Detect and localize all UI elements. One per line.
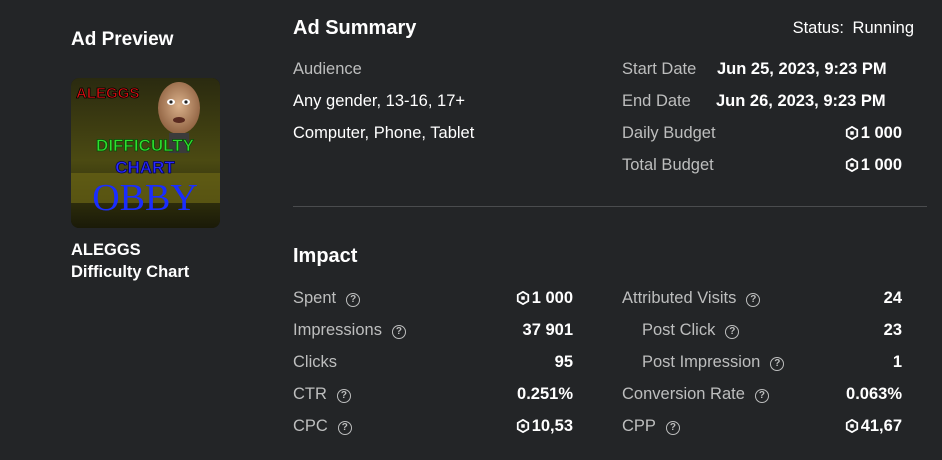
robux-icon (516, 291, 529, 305)
robux-icon (845, 419, 858, 433)
impact-left-value-0: 1 000 (516, 289, 573, 308)
impact-left-label-3: CTR? (293, 385, 351, 404)
impact-value-text: 1 000 (531, 289, 573, 307)
help-circle-icon[interactable]: ? (754, 389, 769, 403)
help-circle-icon[interactable]: ? (337, 421, 352, 435)
impact-right-value-4: 41,67 (845, 417, 902, 436)
impact-left-value-1: 37 901 (523, 321, 573, 340)
devices-value: Computer, Phone, Tablet (293, 124, 475, 142)
robux-icon (845, 158, 858, 172)
status-label: Status: (792, 19, 844, 37)
ad-thumbnail: ALEGGS DIFFICULTY CHART OBBY (71, 78, 220, 228)
impact-right-value-0: 24 (884, 289, 902, 308)
impact-right-label-3: Conversion Rate? (622, 385, 769, 404)
impact-value-text: 41,67 (860, 417, 902, 435)
impact-value-text: 0.063% (846, 385, 902, 403)
help-circle-icon[interactable]: ? (746, 293, 761, 307)
status-line: Status: Running (793, 19, 914, 38)
impact-right-label-2: Post Impression? (642, 353, 785, 372)
impact-right-value-3: 0.063% (846, 385, 902, 404)
thumb-text-difficulty: DIFFICULTY (96, 136, 195, 155)
total-budget-label: Total Budget (622, 156, 714, 174)
help-circle-icon[interactable]: ? (336, 389, 351, 403)
impact-right-label-1: Post Click? (642, 321, 740, 340)
robux-icon (845, 126, 858, 140)
robux-icon (516, 419, 529, 433)
impact-label-text: CPC (293, 417, 328, 435)
audience-value: Any gender, 13-16, 17+ (293, 92, 466, 110)
impact-value-text: 24 (883, 289, 902, 307)
impact-left-label-1: Impressions? (293, 321, 406, 340)
end-date-label: End Date (622, 92, 691, 110)
impact-right-value-2: 1 (893, 353, 902, 372)
daily-budget-value: 1 000 (860, 124, 902, 142)
end-date-value: Jun 26, 2023, 9:23 PM (716, 92, 886, 110)
ad-thumbnail-image: ALEGGS DIFFICULTY CHART OBBY (71, 78, 220, 228)
impact-heading: Impact (293, 245, 358, 267)
impact-left-label-2: Clicks (293, 353, 337, 372)
help-circle-icon[interactable]: ? (665, 421, 680, 435)
impact-label-text: Attributed Visits (622, 289, 737, 307)
start-date-value: Jun 25, 2023, 9:23 PM (717, 60, 887, 78)
help-circle-icon[interactable]: ? (346, 293, 361, 307)
impact-label-text: CPP (622, 417, 656, 435)
impact-value-text: 0.251% (517, 385, 573, 403)
help-circle-icon[interactable]: ? (725, 325, 740, 339)
impact-label-text: CTR (293, 385, 327, 403)
impact-right-value-1: 23 (884, 321, 902, 340)
start-date-label: Start Date (622, 60, 697, 78)
thumb-text-aleggs: ALEGGS (76, 85, 139, 102)
total-budget-value: 1 000 (860, 156, 902, 174)
impact-left-value-4: 10,53 (516, 417, 573, 436)
impact-label-text: Spent (293, 289, 337, 307)
audience-label: Audience (293, 60, 362, 78)
impact-left-label-0: Spent? (293, 289, 361, 308)
status-value: Running (852, 19, 914, 37)
help-circle-icon[interactable]: ? (770, 357, 785, 371)
ad-preview-heading: Ad Preview (71, 29, 174, 50)
impact-value-text: 1 (892, 353, 902, 371)
daily-budget-value-wrap: 1 000 (845, 124, 902, 143)
thumb-text-chart: CHART (115, 158, 175, 177)
impact-left-value-3: 0.251% (517, 385, 573, 404)
section-divider (293, 206, 927, 207)
impact-label-text: Conversion Rate (622, 385, 745, 403)
thumb-text-obby: OBBY (92, 177, 198, 219)
impact-label-text: Clicks (293, 353, 337, 371)
help-circle-icon[interactable]: ? (391, 325, 406, 339)
total-budget-value-wrap: 1 000 (845, 156, 902, 175)
impact-label-text: Post Click (642, 321, 716, 339)
impact-value-text: 95 (554, 353, 573, 371)
impact-left-label-4: CPC? (293, 417, 352, 436)
impact-right-label-4: CPP? (622, 417, 680, 436)
daily-budget-label: Daily Budget (622, 124, 716, 142)
ad-name-line1: ALEGGS (71, 241, 141, 259)
impact-label-text: Impressions (293, 321, 382, 339)
ad-name-line2: Difficulty Chart (71, 263, 190, 281)
impact-right-label-0: Attributed Visits? (622, 289, 761, 308)
impact-value-text: 23 (883, 321, 902, 339)
impact-value-text: 37 901 (522, 321, 573, 339)
impact-left-value-2: 95 (555, 353, 573, 372)
ad-summary-heading: Ad Summary (293, 17, 417, 39)
impact-label-text: Post Impression (642, 353, 761, 371)
impact-value-text: 10,53 (531, 417, 573, 435)
